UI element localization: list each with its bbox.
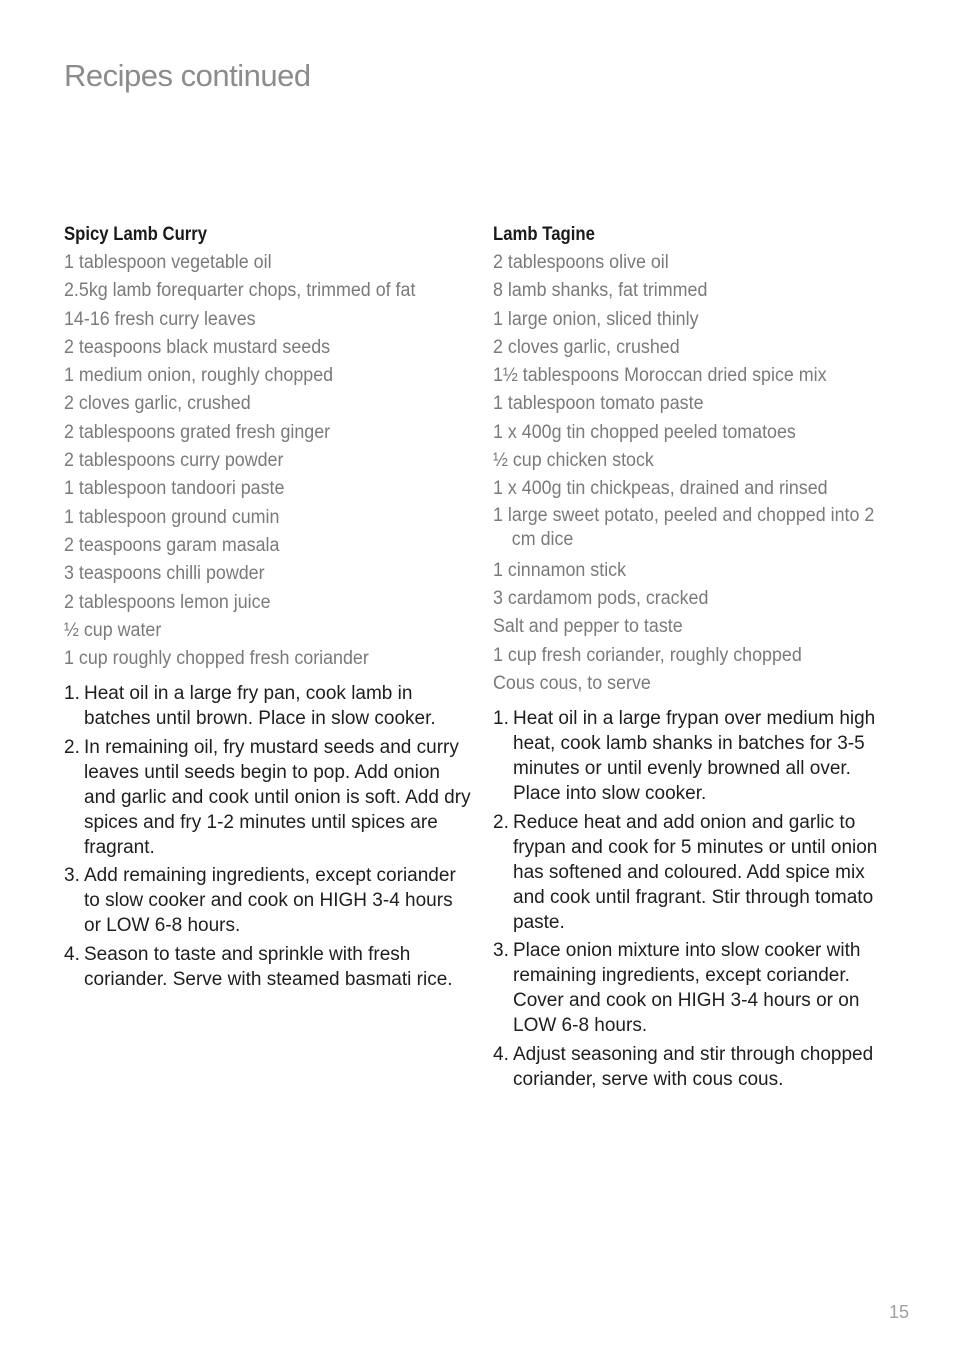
ingredient: 2.5kg lamb forequarter chops, trimmed of… <box>64 280 416 302</box>
ingredient-list: 1 tablespoon vegetable oil 2.5kg lamb fo… <box>64 249 484 673</box>
method-step: 1. Heat oil in a large frypan over medium… <box>493 706 897 806</box>
ingredient: 1½ tablespoons Moroccan dried spice mix <box>493 365 827 387</box>
method-step: 2. In remaining oil, fry mustard seeds an… <box>64 735 474 860</box>
step-text: Adjust seasoning and stir through choppe… <box>513 1043 874 1090</box>
ingredient: 1 medium onion, roughly chopped <box>64 365 334 387</box>
ingredient: 1 large sweet potato, peeled and chopped… <box>493 504 875 551</box>
method-step: 4. Season to taste and sprinkle with fres… <box>64 942 474 992</box>
ingredient: 2 teaspoons garam masala <box>64 534 280 556</box>
ingredient: 1 x 400g tin chopped peeled tomatoes <box>493 421 796 443</box>
ingredient: 14-16 fresh curry leaves <box>64 308 256 330</box>
ingredient: Cous cous, to serve <box>493 672 651 694</box>
step-text: Reduce heat and add onion and garlic to … <box>513 811 878 933</box>
step-number: 1. <box>493 708 509 730</box>
ingredient: ½ cup chicken stock <box>493 450 654 472</box>
ingredient: 1 large onion, sliced thinly <box>493 308 699 330</box>
step-text: Add remaining ingredients, except corian… <box>84 865 456 937</box>
ingredient: 1 tablespoon tomato paste <box>493 393 704 415</box>
step-number: 4. <box>493 1043 509 1065</box>
step-number: 1. <box>64 683 80 705</box>
ingredient: 1 tablespoon ground cumin <box>64 506 280 528</box>
step-text: Place onion mixture into slow cooker wit… <box>513 940 861 1037</box>
ingredient: 2 cloves garlic, crushed <box>493 336 680 358</box>
ingredient: 2 tablespoons olive oil <box>493 252 669 273</box>
method-steps: 1. Heat oil in a large fry pan, cook lamb… <box>64 681 484 992</box>
method-step: 1. Heat oil in a large fry pan, cook lamb… <box>64 681 474 731</box>
ingredient: 2 tablespoons lemon juice <box>64 591 271 613</box>
ingredient: 1 cinnamon stick <box>493 559 627 581</box>
step-number: 2. <box>493 811 509 833</box>
ingredient: 2 cloves garlic, crushed <box>64 393 251 415</box>
ingredient: 8 lamb shanks, fat trimmed <box>493 280 708 302</box>
step-number: 4. <box>64 943 80 965</box>
ingredient: 1 cup fresh coriander, roughly chopped <box>493 644 802 666</box>
ingredient: 3 cardamom pods, cracked <box>493 587 709 609</box>
page-title: Recipes continued <box>64 58 311 93</box>
step-text: In remaining oil, fry mustard seeds and … <box>84 736 471 858</box>
ingredient: ½ cup water <box>64 619 162 641</box>
ingredient: 1 cup roughly chopped fresh coriander <box>64 648 369 670</box>
ingredient: Salt and pepper to taste <box>493 616 683 638</box>
ingredient-list: 2 tablespoons olive oil 8 lamb shanks, f… <box>493 249 913 698</box>
method-step: 3. Add remaining ingredients, except cori… <box>64 863 474 938</box>
step-text: Heat oil in a large frypan over medium h… <box>513 708 876 805</box>
method-step: 4. Adjust seasoning and stir through chop… <box>493 1042 897 1092</box>
page-number: 15 <box>888 1302 909 1322</box>
step-text: Season to taste and sprinkle with fresh … <box>84 943 453 990</box>
method-steps: 1. Heat oil in a large frypan over medium… <box>493 706 913 1092</box>
recipe-lamb-tagine: Lamb Tagine 2 tablespoons olive oil 8 la… <box>493 221 913 1095</box>
step-text: Heat oil in a large fry pan, cook lamb i… <box>84 683 436 730</box>
step-number: 3. <box>493 940 509 962</box>
recipe-spicy-lamb-curry: Spicy Lamb Curry 1 tablespoon vegetable … <box>64 221 484 995</box>
ingredient: 2 tablespoons grated fresh ginger <box>64 421 331 443</box>
ingredient: 1 tablespoon tandoori paste <box>64 478 285 500</box>
ingredient: 3 teaspoons chilli powder <box>64 563 265 585</box>
method-step: 2. Reduce heat and add onion and garlic t… <box>493 810 897 935</box>
recipe-title: Spicy Lamb Curry <box>64 224 208 245</box>
step-number: 2. <box>64 736 80 758</box>
ingredient: 1 x 400g tin chickpeas, drained and rins… <box>493 478 828 500</box>
ingredient: 2 tablespoons curry powder <box>64 450 284 472</box>
ingredient: 1 tablespoon vegetable oil <box>64 252 272 273</box>
step-number: 3. <box>64 865 80 887</box>
method-step: 3. Place onion mixture into slow cooker w… <box>493 938 897 1038</box>
recipe-title: Lamb Tagine <box>493 224 595 245</box>
ingredient: 2 teaspoons black mustard seeds <box>64 336 331 358</box>
